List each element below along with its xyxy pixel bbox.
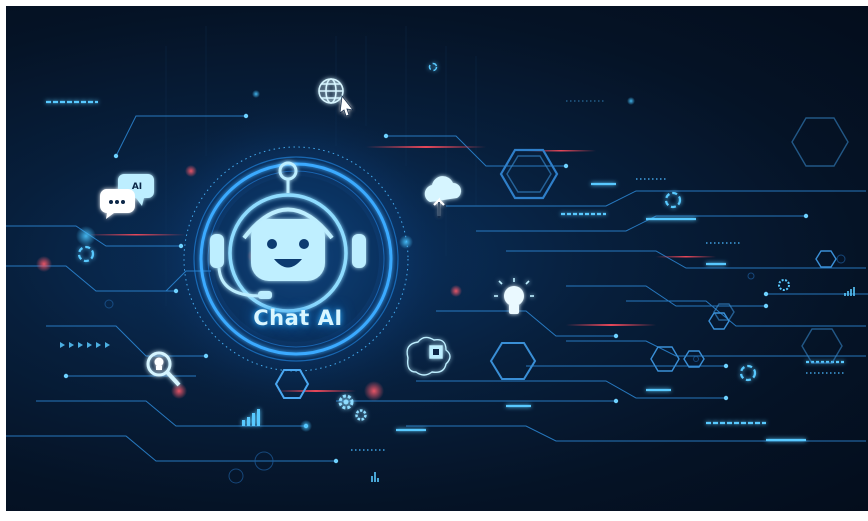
chat-ai-illustration: Chat AI AI	[6, 6, 868, 511]
circuit-scene	[6, 26, 868, 484]
illustration-frame: Chat AI AI	[0, 0, 868, 521]
gear-icon	[778, 279, 790, 291]
chat-ai-title: Chat AI	[253, 306, 343, 330]
chevron-arrows-icon	[60, 342, 110, 348]
lightbulb-icon	[494, 278, 534, 314]
chat-bubble-ai-label: AI	[131, 182, 143, 192]
